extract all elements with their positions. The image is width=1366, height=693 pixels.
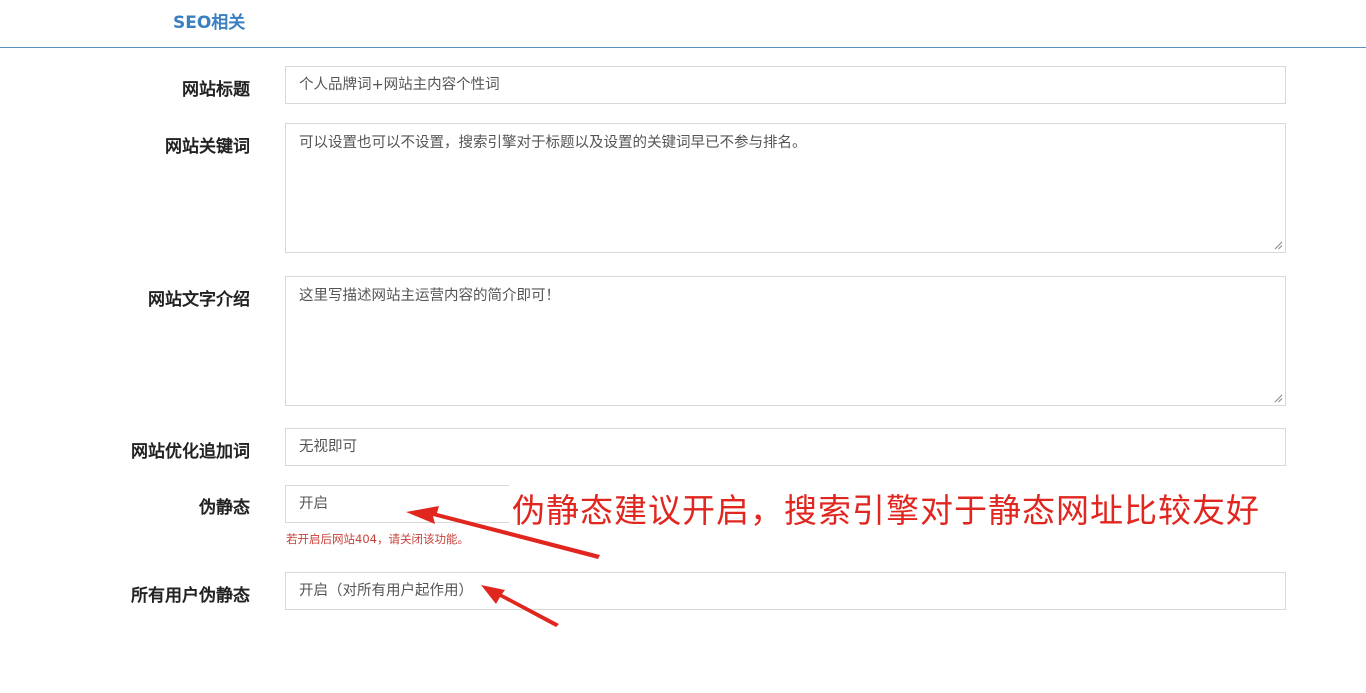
seo-section-header: SEO相关 — [0, 0, 1366, 48]
site-description-textarea[interactable]: 这里写描述网站主运营内容的简介即可！ — [285, 276, 1286, 406]
all-users-pseudo-static-select[interactable]: 开启（对所有用户起作用） — [285, 572, 1286, 610]
site-keywords-textarea[interactable]: 可以设置也可以不设置，搜索引擎对于标题以及设置的关键词早已不参与排名。 — [285, 123, 1286, 253]
site-keywords-label: 网站关键词 — [165, 137, 250, 157]
site-description-text: 这里写描述网站主运营内容的简介即可！ — [299, 288, 560, 304]
pseudo-static-select[interactable]: 开启 — [285, 485, 509, 523]
site-title-label: 网站标题 — [182, 80, 250, 100]
pseudo-static-hint: 若开启后网站404，请关闭该功能。 — [286, 532, 469, 546]
resize-handle-icon[interactable] — [1274, 394, 1283, 403]
site-description-label: 网站文字介绍 — [148, 290, 250, 310]
site-title-input[interactable]: 个人品牌词+网站主内容个性词 — [285, 66, 1286, 104]
seo-append-words-input[interactable]: 无视即可 — [285, 428, 1286, 466]
all-users-pseudo-static-label: 所有用户伪静态 — [131, 586, 250, 606]
annotation-text: 伪静态建议开启，搜索引擎对于静态网址比较友好 — [512, 491, 1260, 530]
site-keywords-text: 可以设置也可以不设置，搜索引擎对于标题以及设置的关键词早已不参与排名。 — [299, 135, 807, 151]
section-title: SEO相关 — [173, 13, 246, 33]
resize-handle-icon[interactable] — [1274, 241, 1283, 250]
pseudo-static-label: 伪静态 — [199, 498, 250, 518]
seo-append-words-label: 网站优化追加词 — [131, 442, 250, 462]
